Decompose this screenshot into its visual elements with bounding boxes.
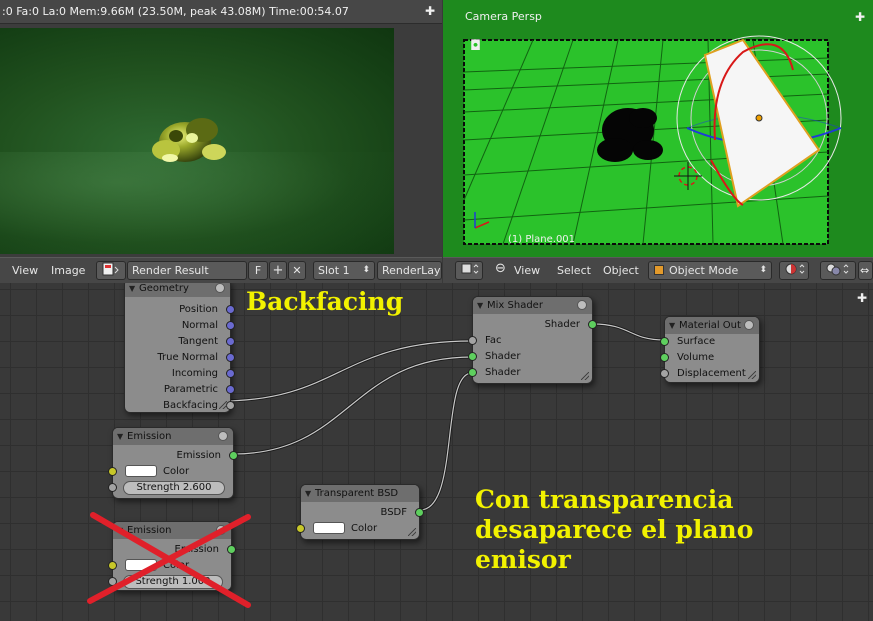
unlink-image-icon[interactable]: ✕: [288, 261, 306, 280]
fake-user-button[interactable]: F: [248, 261, 268, 280]
select-menu[interactable]: Select: [557, 264, 591, 277]
active-object-label: (1) Plane.001: [508, 234, 576, 245]
annotation-line: desaparece el plano: [475, 515, 754, 544]
object-mode-icon: [654, 265, 664, 275]
image-browse-button[interactable]: [96, 261, 126, 280]
object-menu[interactable]: Object: [603, 264, 639, 277]
svg-text:◘: ◘: [470, 38, 481, 54]
image-editor-panel: :0 Fa:0 La:0 Mem:9.66M (23.50M, peak 43.…: [0, 0, 442, 283]
mode-value: Object Mode: [669, 264, 739, 277]
viewport-title: Camera Persp: [465, 10, 542, 23]
cube-icon: [461, 263, 479, 274]
image-editor-toolbar: View Image Render Result F + ✕ Slot 1 ⬍ …: [0, 257, 442, 283]
new-image-icon[interactable]: +: [269, 261, 287, 280]
image-menu[interactable]: Image: [51, 264, 85, 277]
slot-value: Slot 1: [318, 264, 350, 277]
render-result-image[interactable]: [0, 28, 394, 254]
image-icon: [102, 262, 119, 276]
image-name-field[interactable]: Render Result: [127, 261, 247, 280]
viewport-shading-dropdown[interactable]: [779, 261, 809, 280]
updown-arrows-icon: ⬍: [759, 265, 767, 275]
panel-expand-icon[interactable]: ✚: [424, 5, 436, 17]
view-menu[interactable]: View: [12, 264, 38, 277]
pivot-dropdown[interactable]: [820, 261, 856, 280]
manipulator-toggle-icon[interactable]: ⇔: [858, 261, 873, 280]
pivot-point-icon: [826, 263, 849, 276]
slot-dropdown[interactable]: Slot 1 ⬍: [313, 261, 375, 280]
viewport-scene: ◘: [443, 0, 873, 257]
annotation-line: Con transparencia: [475, 485, 734, 514]
render-stats-header: :0 Fa:0 La:0 Mem:9.66M (23.50M, peak 43.…: [0, 0, 442, 24]
annotation-note: Con transparencia desaparece el plano em…: [475, 485, 753, 575]
annotation-backfacing: Backfacing: [246, 287, 404, 316]
editor-type-button[interactable]: [455, 261, 483, 280]
shading-sphere-icon: [785, 263, 805, 275]
node-editor[interactable]: ✚ ▼ Geometry Position Normal Tangent Tru…: [0, 283, 873, 621]
updown-arrows-icon: ⬍: [362, 265, 370, 275]
suzanne-render-icon: [152, 118, 226, 162]
collapse-menu-icon[interactable]: ⊖: [495, 261, 506, 276]
render-layer-dropdown[interactable]: RenderLayer: [377, 261, 442, 280]
annotation-line: emisor: [475, 545, 571, 574]
mode-dropdown[interactable]: Object Mode ⬍: [648, 261, 772, 280]
viewport-toolbar: ⊖ View Select Object Object Mode ⬍ ⇔: [443, 257, 873, 283]
panel-expand-icon[interactable]: ✚: [855, 10, 865, 24]
render-stats-text: :0 Fa:0 La:0 Mem:9.66M (23.50M, peak 43.…: [2, 5, 349, 18]
3d-viewport[interactable]: ◘ Camera Persp ✚ (1) Plane.001 ⊖ View Se…: [443, 0, 873, 283]
view-menu[interactable]: View: [514, 264, 540, 277]
